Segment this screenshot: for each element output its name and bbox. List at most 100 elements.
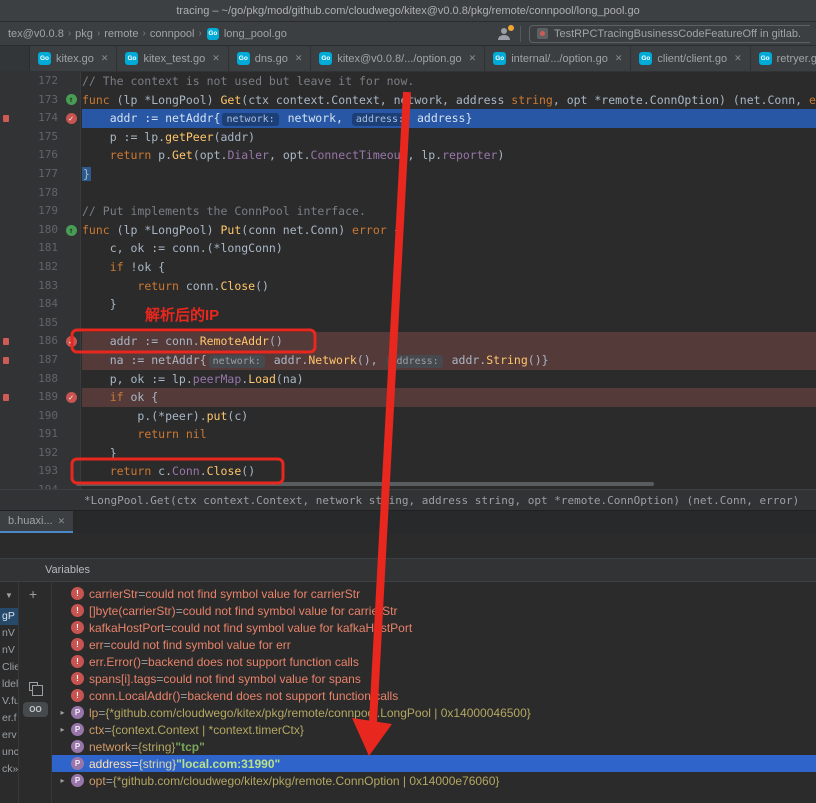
frame-item[interactable]: er.f xyxy=(0,710,18,727)
parameter-icon: P xyxy=(71,774,84,787)
frame-item[interactable]: unc xyxy=(0,744,18,761)
code-text: func (lp *LongPool) Put(conn net.Conn) e… xyxy=(82,221,816,240)
gutter-space xyxy=(62,146,80,165)
code-text: return conn.Close() xyxy=(82,277,816,296)
frame-item[interactable]: ck» xyxy=(0,761,18,778)
expand-chevron-icon[interactable]: ▸ xyxy=(56,725,69,734)
frame-item[interactable]: nV xyxy=(0,625,18,642)
frame-item[interactable]: V.fu xyxy=(0,693,18,710)
tab-close-icon[interactable]: ✕ xyxy=(212,53,220,64)
variable-name: carrierStr xyxy=(89,587,138,601)
variable-row[interactable]: !conn.LocalAddr() = backend does not sup… xyxy=(52,687,816,704)
tab-label: retryer.go xyxy=(777,53,816,65)
line-number: 172 xyxy=(0,72,58,91)
code-text: return nil xyxy=(82,425,816,444)
debugger-panel: ▼ gPnVnVClieldelV.fuer.fervuncck» + OO !… xyxy=(0,582,816,803)
panel-gap xyxy=(0,533,816,558)
tab-label: kitex.go xyxy=(56,53,94,65)
line-number: 193 xyxy=(0,462,58,481)
add-watch-button[interactable]: + xyxy=(29,586,37,602)
code-line: 183 return conn.Close() xyxy=(0,277,816,296)
variable-row[interactable]: !err.Error() = backend does not support … xyxy=(52,653,816,670)
variable-row[interactable]: Paddress = {string} "local.com:31990" xyxy=(52,755,816,772)
variable-row[interactable]: ▸Pctx = {context.Context | *context.time… xyxy=(52,721,816,738)
chevron-right-icon: › xyxy=(143,28,146,39)
breakpoint-icon[interactable]: ✓ xyxy=(62,388,80,407)
variable-row[interactable]: !carrierStr = could not find symbol valu… xyxy=(52,585,816,602)
tab-kitex@v0.0.8/.../option.go[interactable]: Gokitex@v0.0.8/.../option.go✕ xyxy=(311,46,485,71)
code-line: 180↑func (lp *LongPool) Put(conn net.Con… xyxy=(0,221,816,240)
variable-row[interactable]: !spans[i].tags = could not find symbol v… xyxy=(52,670,816,687)
variable-row[interactable]: !err = could not find symbol value for e… xyxy=(52,636,816,653)
tab-retryer.go[interactable]: Goretryer.go✕ xyxy=(751,46,816,71)
code-text: func (lp *LongPool) Get(ctx context.Cont… xyxy=(82,91,816,110)
go-file-icon: Go xyxy=(125,52,138,65)
variable-value: "local.com:31990" xyxy=(176,757,280,771)
variable-type: {string} xyxy=(139,757,176,771)
tab-close-icon[interactable]: ✕ xyxy=(101,53,109,64)
tab-close-icon[interactable]: ✕ xyxy=(469,53,477,64)
code-line: 191 return nil xyxy=(0,425,816,444)
error-icon: ! xyxy=(71,655,84,668)
code-line: 178 xyxy=(0,184,816,203)
close-icon[interactable]: ✕ xyxy=(58,516,66,527)
navigation-bar: tex@v0.0.8›pkg›remote›connpool›Golong_po… xyxy=(0,22,816,46)
breadcrumb-item[interactable]: connpool xyxy=(148,28,197,40)
expand-chevron-icon[interactable]: ▸ xyxy=(56,776,69,785)
frame-item[interactable]: nV xyxy=(0,642,18,659)
code-text: c, ok := conn.(*longConn) xyxy=(82,239,816,258)
line-number: 175 xyxy=(0,128,58,147)
implements-icon[interactable]: ↑ xyxy=(62,91,80,110)
variable-name: lp xyxy=(89,706,98,720)
chevron-right-icon: › xyxy=(199,28,202,39)
editor-tabs: Gokitex.go✕Gokitex_test.go✕Godns.go✕Goki… xyxy=(30,46,816,71)
tab-close-icon[interactable]: ✕ xyxy=(615,53,623,64)
code-editor[interactable]: 172// The context is not used but leave … xyxy=(0,72,816,489)
run-configuration-selector[interactable]: TestRPCTracingBusinessCodeFeatureOff in … xyxy=(529,25,810,43)
tab-client/client.go[interactable]: Goclient/client.go✕ xyxy=(631,46,750,71)
frame-item[interactable]: erv xyxy=(0,727,18,744)
variable-row[interactable]: Pnetwork = {string} "tcp" xyxy=(52,738,816,755)
variable-row[interactable]: ▸Popt = {*github.com/cloudwego/kitex/pkg… xyxy=(52,772,816,789)
code-line: 190 p.(*peer).put(c) xyxy=(0,407,816,426)
implements-icon[interactable]: ↑ xyxy=(62,221,80,240)
code-line: 173↑func (lp *LongPool) Get(ctx context.… xyxy=(0,91,816,110)
chevron-down-icon[interactable]: ▼ xyxy=(0,582,18,608)
tab-kitex_test.go[interactable]: Gokitex_test.go✕ xyxy=(117,46,228,71)
copy-icon[interactable] xyxy=(29,682,38,691)
breadcrumb-item[interactable]: pkg xyxy=(73,28,95,40)
gutter-space xyxy=(62,165,80,184)
horizontal-scrollbar[interactable] xyxy=(76,482,654,486)
tab-internal/.../option.go[interactable]: Gointernal/.../option.go✕ xyxy=(485,46,631,71)
tab-kitex.go[interactable]: Gokitex.go✕ xyxy=(30,46,117,71)
breakpoint-icon[interactable]: ✓ xyxy=(62,332,80,351)
variable-value: "tcp" xyxy=(175,740,204,754)
user-profile-icon[interactable] xyxy=(496,26,512,42)
gutter-space xyxy=(62,462,80,481)
expand-chevron-icon[interactable]: ▸ xyxy=(56,708,69,717)
code-text: p, ok := lp.peerMap.Load(na) xyxy=(82,370,816,389)
code-text: } xyxy=(82,165,816,184)
frame-item[interactable]: gP xyxy=(0,608,18,625)
gutter-space xyxy=(62,314,80,333)
breadcrumb-item[interactable]: remote xyxy=(102,28,140,40)
bottom-tab[interactable]: b.huaxi... ✕ xyxy=(0,511,73,533)
code-area[interactable]: 172// The context is not used but leave … xyxy=(0,72,816,489)
notification-badge xyxy=(508,25,514,31)
variable-row[interactable]: ▸Plp = {*github.com/cloudwego/kitex/pkg/… xyxy=(52,704,816,721)
error-icon: ! xyxy=(71,587,84,600)
breakpoint-icon[interactable]: ✓ xyxy=(62,109,80,128)
breadcrumb-item[interactable]: tex@v0.0.8 xyxy=(6,28,66,40)
variable-row[interactable]: ![]byte(carrierStr) = could not find sym… xyxy=(52,602,816,619)
variables-title: Variables xyxy=(45,564,90,576)
line-number: 178 xyxy=(0,184,58,203)
frame-item[interactable]: ldel xyxy=(0,676,18,693)
tab-close-icon[interactable]: ✕ xyxy=(734,53,742,64)
tab-dns.go[interactable]: Godns.go✕ xyxy=(229,46,312,71)
variable-row[interactable]: !kafkaHostPort = could not find symbol v… xyxy=(52,619,816,636)
breadcrumb-item[interactable]: long_pool.go xyxy=(222,28,289,40)
watches-glasses-icon[interactable]: OO xyxy=(23,702,48,717)
frame-item[interactable]: Clie xyxy=(0,659,18,676)
tab-close-icon[interactable]: ✕ xyxy=(295,53,303,64)
code-text: na := netAddr{network: addr.Network(), a… xyxy=(82,351,816,370)
